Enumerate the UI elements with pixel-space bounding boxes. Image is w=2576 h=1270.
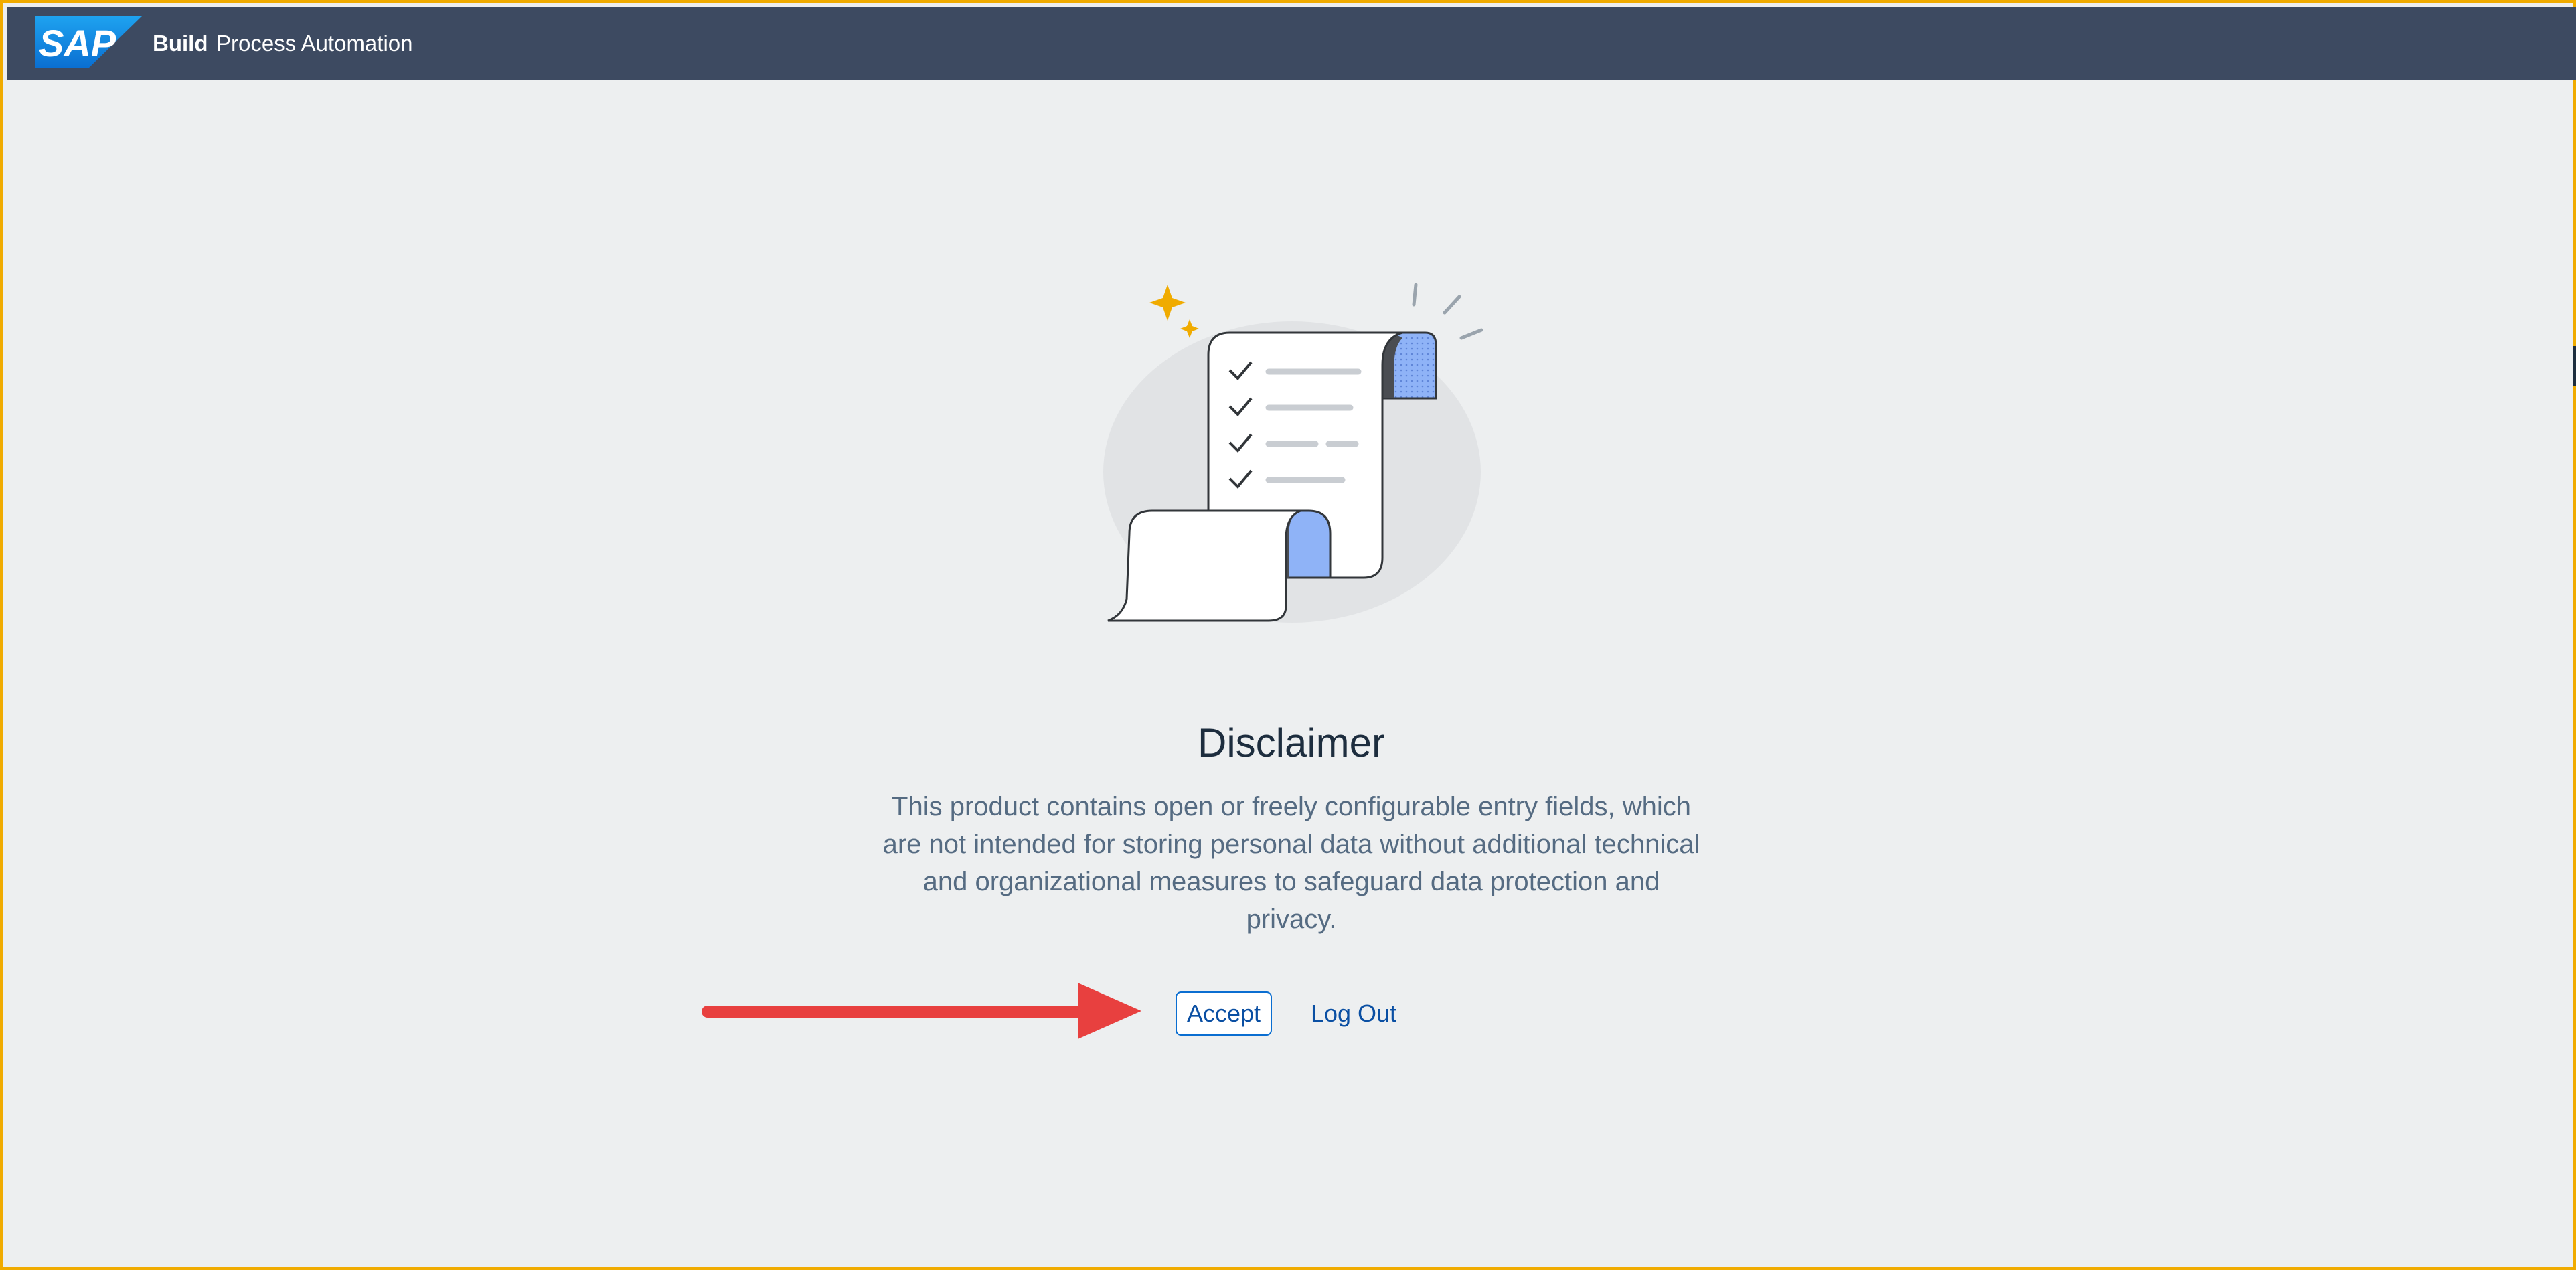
sparkle-small-icon [1180, 319, 1199, 338]
product-name-label: Process Automation [216, 31, 413, 56]
sparkle-icon [1149, 285, 1186, 321]
disclaimer-message: This product contains open or freely con… [882, 792, 1700, 934]
brand-text: SAP [39, 22, 116, 64]
sap-logo[interactable]: SAP [35, 16, 142, 68]
logout-button[interactable]: Log Out [1300, 991, 1407, 1036]
red-arrow-annotation [702, 983, 1141, 1039]
scroll-checklist-illustration [1103, 283, 1483, 623]
product-brand-label: Build [153, 31, 208, 56]
window-edge-handle [2573, 346, 2576, 386]
scroll-bottom-sheet [1107, 509, 1301, 622]
app-window: SAP Build Process Automation Disclaimer … [0, 0, 2576, 1270]
page-title: Disclaimer [1197, 720, 1386, 765]
accept-button[interactable]: Accept [1176, 991, 1272, 1036]
shell-bar: SAP Build Process Automation [7, 7, 2576, 80]
